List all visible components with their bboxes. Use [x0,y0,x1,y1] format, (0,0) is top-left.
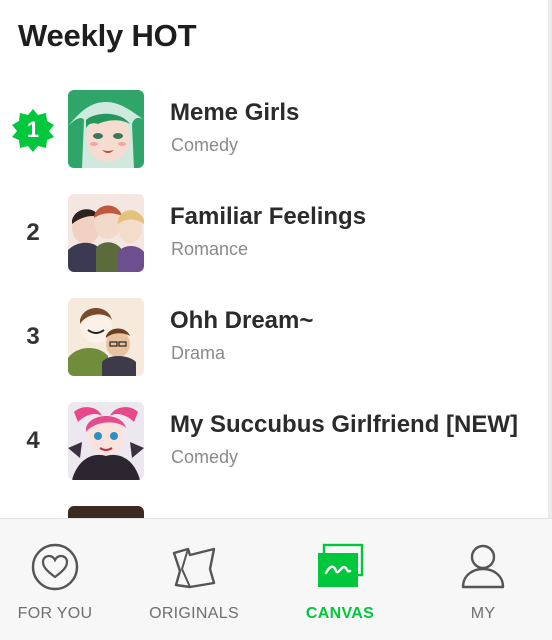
nav-canvas[interactable]: CANVAS [285,519,395,640]
rank-number: 4 [26,427,40,454]
thumbnail[interactable] [68,90,144,168]
item-genre: Drama [171,343,226,363]
nav-label: CANVAS [305,605,375,622]
nav-my[interactable]: MY [428,519,538,640]
item-title: Familiar Feelings [170,203,367,230]
originals-icon [172,547,216,589]
item-title: Ohh Dream~ [170,307,314,334]
item-genre: Comedy [171,135,239,155]
thumbnail[interactable] [68,506,144,518]
bottom-nav: FOR YOU ORIGINALS CANVAS MY [0,518,552,640]
nav-label: ORIGINALS [149,605,239,622]
heart-icon [31,543,79,591]
nav-for-you[interactable]: FOR YOU [0,519,110,640]
item-genre: Comedy [171,447,239,467]
rank-number: 1 [26,117,40,142]
list-item[interactable]: 3 Ohh Dream~ Drama [0,295,552,379]
list-item[interactable]: 4 My Succubus Girlfriend [NEW] Comedy [0,399,552,483]
list-item[interactable]: 2 Familiar Feelings Romance [0,191,552,275]
nav-originals[interactable]: ORIGINALS [139,519,249,640]
list-item[interactable]: 1 Meme Girls Comedy [0,87,552,171]
rank-number: 2 [26,219,40,246]
scrollbar[interactable] [548,0,552,518]
canvas-icon [318,543,364,587]
rank-badge: 1 [10,107,56,153]
rank-number: 3 [26,323,40,350]
weekly-hot-list: Weekly HOT 1 Meme Girls Comedy 2 Familia… [0,0,552,518]
section-title: Weekly HOT [18,18,197,53]
thumbnail[interactable] [68,402,144,480]
person-icon [461,544,505,589]
thumbnail[interactable] [68,194,144,272]
item-title: My Succubus Girlfriend [NEW] [170,411,519,438]
list-item[interactable] [0,503,552,518]
nav-label: MY [470,605,496,622]
item-title: Meme Girls [170,99,300,126]
item-genre: Romance [171,239,249,259]
nav-label: FOR YOU [17,605,93,622]
thumbnail[interactable] [68,298,144,376]
